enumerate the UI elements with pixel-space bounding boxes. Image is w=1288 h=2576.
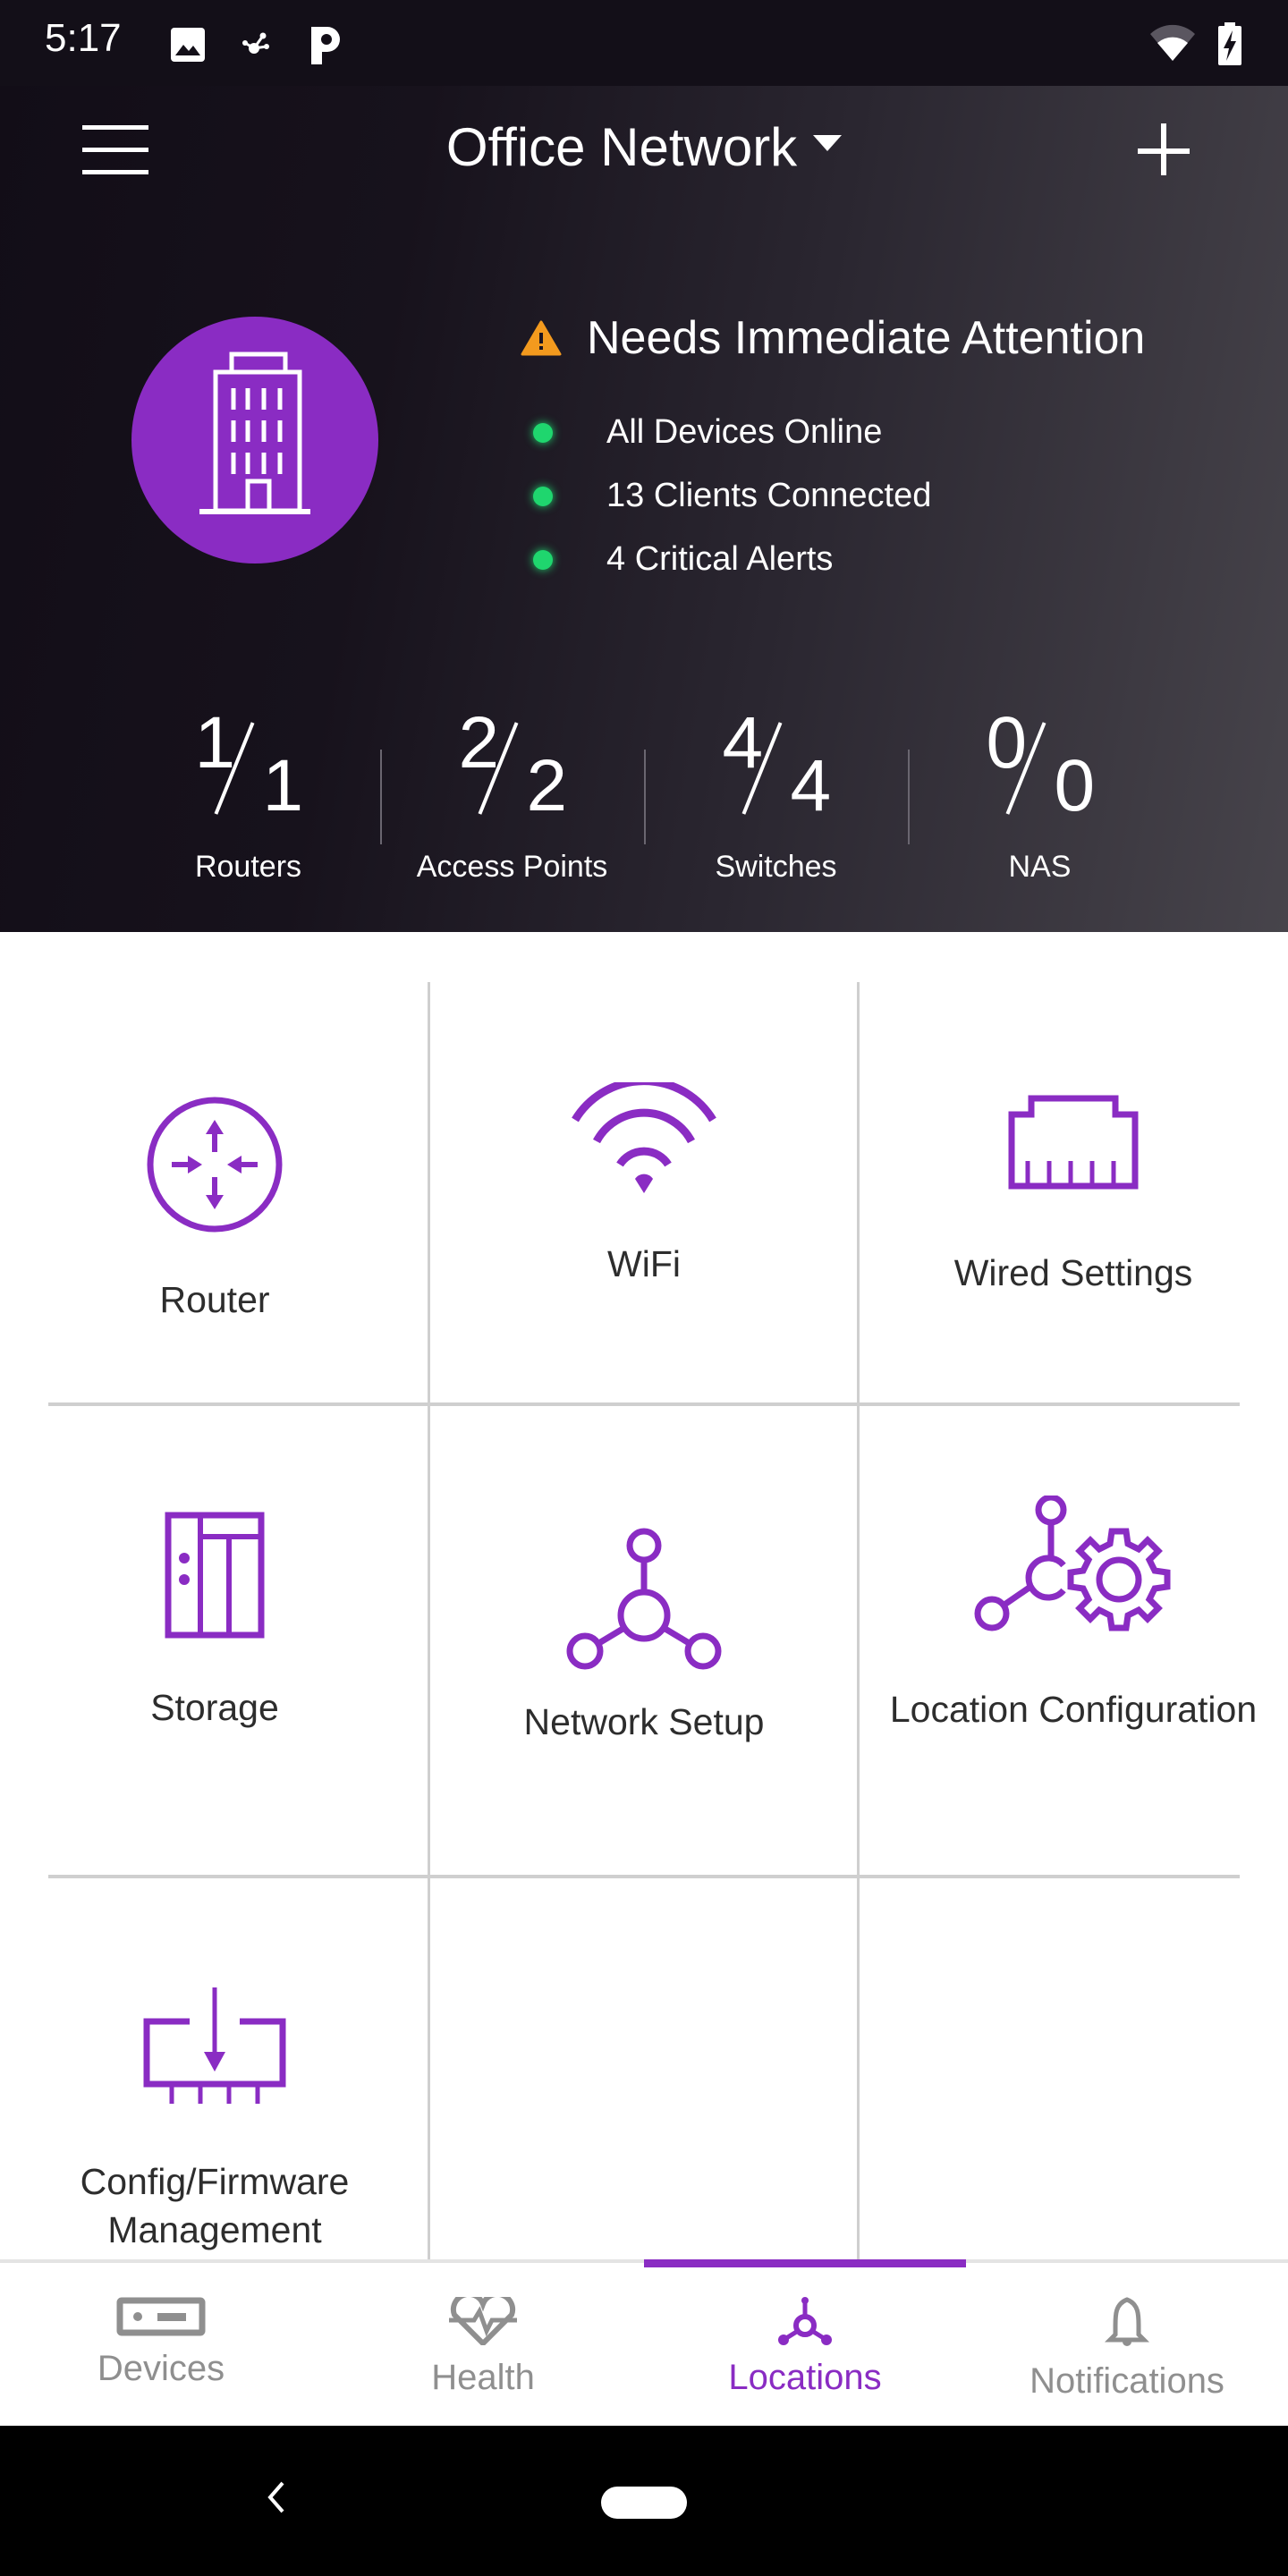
tile-location-configuration[interactable]: Location Configuration — [859, 1406, 1288, 1875]
tile-router[interactable]: Router — [0, 982, 429, 1402]
status-bar: 5:17 — [0, 0, 1288, 86]
nav-health[interactable]: Health — [322, 2263, 644, 2426]
stat-routers[interactable]: 11 Routers — [116, 707, 380, 894]
nav-devices[interactable]: Devices — [0, 2263, 322, 2426]
image-icon — [171, 28, 205, 62]
status-item-label: All Devices Online — [606, 413, 883, 451]
heart-pulse-icon — [449, 2297, 517, 2345]
stat-label: Routers — [194, 850, 302, 884]
tile-label: WiFi — [607, 1243, 681, 1284]
status-dot-icon — [533, 422, 553, 443]
location-config-gear-icon — [974, 1496, 1171, 1631]
warning-triangle-icon — [521, 320, 562, 356]
network-share-icon — [242, 32, 269, 54]
nav-label: Devices — [97, 2349, 225, 2388]
status-dot-icon — [533, 486, 553, 506]
stat-online-count: 1 — [194, 702, 236, 784]
tile-label: Network Setup — [523, 1701, 765, 1742]
status-item: 13 Clients Connected — [533, 464, 931, 528]
wifi-icon — [572, 1082, 716, 1193]
stat-divider — [644, 750, 646, 844]
storage-icon — [165, 1512, 265, 1639]
tile-label: Config/Firmware Management — [80, 2161, 350, 2250]
firmware-download-icon — [143, 1987, 286, 2104]
wifi-icon — [1150, 24, 1195, 61]
attention-title: Needs Immediate Attention — [587, 312, 1146, 364]
stat-label: Switches — [715, 850, 837, 884]
status-item-label: 13 Clients Connected — [606, 477, 932, 514]
status-time: 5:17 — [45, 16, 122, 60]
add-button[interactable] — [1138, 122, 1197, 181]
tile-network-setup[interactable]: Network Setup — [429, 1406, 859, 1875]
status-item: All Devices Online — [533, 401, 931, 464]
status-dot-icon — [533, 549, 553, 570]
stat-label: Access Points — [416, 850, 608, 884]
tile-wired-settings[interactable]: Wired Settings — [859, 982, 1288, 1402]
battery-charging-icon — [1218, 22, 1241, 65]
status-item-label: 4 Critical Alerts — [606, 540, 834, 578]
attention-status: Needs Immediate Attention — [521, 311, 1145, 365]
stat-divider — [908, 750, 910, 844]
nav-label: Notifications — [1030, 2361, 1224, 2401]
bell-icon — [1105, 2297, 1149, 2346]
location-title: Office Network — [445, 117, 798, 177]
status-item: 4 Critical Alerts — [533, 528, 931, 591]
status-list: All Devices Online 13 Clients Connected … — [533, 401, 931, 591]
stat-access-points[interactable]: 22 Access Points — [380, 707, 644, 894]
home-button[interactable] — [601, 2487, 687, 2519]
tile-storage[interactable]: Storage — [0, 1406, 429, 1875]
building-icon — [199, 352, 310, 514]
nav-notifications[interactable]: Notifications — [966, 2263, 1288, 2426]
settings-grid: Router WiFi Wired Settings Storage Netwo… — [0, 932, 1288, 2259]
device-stats: 11 Routers 22 Access Points 44 Switches … — [116, 707, 1172, 894]
locations-hub-icon — [778, 2297, 832, 2345]
stat-nas[interactable]: 00 NAS — [908, 707, 1172, 894]
router-icon — [147, 1097, 283, 1233]
tile-label: Router — [159, 1279, 270, 1320]
tile-label: Location Configuration — [889, 1689, 1258, 1730]
nav-label: Health — [431, 2358, 535, 2397]
tile-wifi[interactable]: WiFi — [429, 982, 859, 1402]
nav-label: Locations — [728, 2358, 882, 2397]
stat-total-count: 2 — [526, 745, 568, 826]
tile-label: Storage — [150, 1687, 279, 1728]
nav-locations[interactable]: Locations — [644, 2259, 966, 2426]
parking-app-icon — [311, 27, 340, 64]
stat-total-count: 1 — [262, 745, 304, 826]
stat-online-count: 2 — [458, 702, 500, 784]
tile-label: Wired Settings — [953, 1252, 1193, 1293]
stat-switches[interactable]: 44 Switches — [644, 707, 908, 894]
caret-down-icon — [813, 134, 843, 151]
stat-online-count: 4 — [722, 702, 764, 784]
tile-config-firmware-management[interactable]: Config/Firmware Management — [0, 1878, 429, 2259]
ethernet-port-icon — [1008, 1095, 1139, 1190]
back-icon[interactable] — [259, 2479, 295, 2515]
location-selector-dropdown[interactable]: Office Network — [445, 116, 843, 178]
location-avatar — [131, 317, 378, 564]
stat-total-count: 4 — [790, 745, 832, 826]
stat-divider — [380, 750, 382, 844]
stat-online-count: 0 — [986, 702, 1028, 784]
stat-label: NAS — [1008, 850, 1072, 884]
stat-total-count: 0 — [1054, 745, 1096, 826]
network-topology-icon — [566, 1528, 722, 1670]
app-bar-title-container: Office Network — [0, 116, 1288, 178]
device-icon — [116, 2297, 206, 2336]
bottom-navigation: Devices Health Locations Notifications — [0, 2259, 1288, 2426]
